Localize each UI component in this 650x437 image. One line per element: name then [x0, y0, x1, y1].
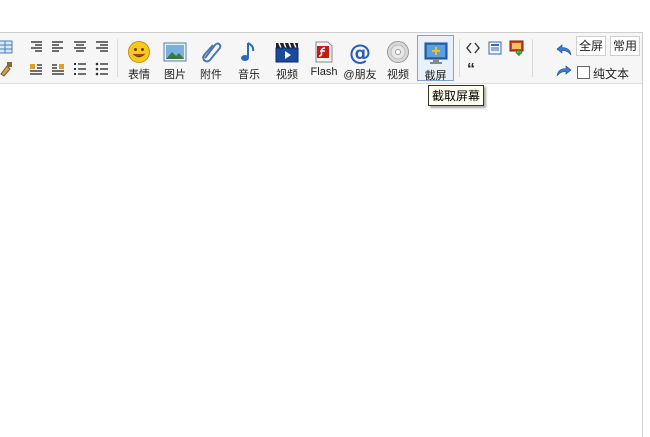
- tool-video[interactable]: 视频: [270, 36, 304, 81]
- tool-emoticon[interactable]: 表情: [122, 36, 156, 81]
- screenshot-tooltip: 截取屏幕: [428, 85, 485, 106]
- tool-video-disc[interactable]: 视频: [381, 36, 415, 81]
- tool-label: 截屏: [424, 70, 447, 82]
- tool-screenshot[interactable]: 截屏: [417, 35, 454, 82]
- svg-text:@: @: [349, 41, 371, 64]
- ordered-list-icon[interactable]: [72, 61, 88, 77]
- image-icon: [163, 42, 187, 62]
- format-brush-icon[interactable]: [0, 61, 14, 77]
- smiley-icon: [128, 41, 150, 63]
- tool-flash[interactable]: Flash: [307, 36, 341, 80]
- align-right-icon[interactable]: [28, 39, 44, 55]
- screenshot-icon: [424, 42, 448, 64]
- table-icon[interactable]: [0, 39, 14, 55]
- image-download-icon[interactable]: [509, 40, 525, 56]
- toolbar-separator: [459, 39, 460, 77]
- blockquote-icon[interactable]: “: [467, 61, 475, 79]
- fullscreen-button[interactable]: 全屏: [576, 36, 607, 56]
- float-left-icon[interactable]: [28, 61, 44, 77]
- editor: 表情 图片 附件 音乐 视频 Flash @ @朋友 视频 截屏 “ 全屏 常用…: [0, 32, 643, 437]
- video-clapper-icon: [275, 42, 299, 63]
- paperclip-icon: [202, 42, 222, 63]
- toolbar-separator: [532, 39, 533, 77]
- editor-toolbar: 表情 图片 附件 音乐 视频 Flash @ @朋友 视频 截屏 “ 全屏 常用…: [0, 33, 642, 84]
- tool-mention-friend[interactable]: @ @朋友: [343, 36, 377, 81]
- code-icon[interactable]: [465, 40, 481, 56]
- at-sign-icon: @: [349, 41, 371, 64]
- music-note-icon: [241, 42, 255, 61]
- plaintext-checkbox[interactable]: [577, 66, 590, 79]
- align-center-icon[interactable]: [72, 39, 88, 55]
- redo-icon[interactable]: [556, 63, 572, 79]
- tool-image[interactable]: 图片: [158, 36, 192, 81]
- video-disc-icon: [387, 41, 409, 63]
- tool-music[interactable]: 音乐: [232, 36, 266, 81]
- flash-icon: [315, 41, 333, 63]
- unordered-list-icon[interactable]: [94, 61, 110, 77]
- tool-attachment[interactable]: 附件: [194, 36, 228, 81]
- plaintext-label[interactable]: 纯文本: [593, 65, 629, 82]
- float-right-icon[interactable]: [50, 61, 66, 77]
- align-justify-icon[interactable]: [94, 39, 110, 55]
- document-window-icon[interactable]: [487, 40, 503, 56]
- editor-content-area[interactable]: [0, 84, 642, 437]
- undo-icon[interactable]: [556, 42, 572, 58]
- align-left-icon[interactable]: [50, 39, 66, 55]
- common-button[interactable]: 常用: [610, 36, 641, 56]
